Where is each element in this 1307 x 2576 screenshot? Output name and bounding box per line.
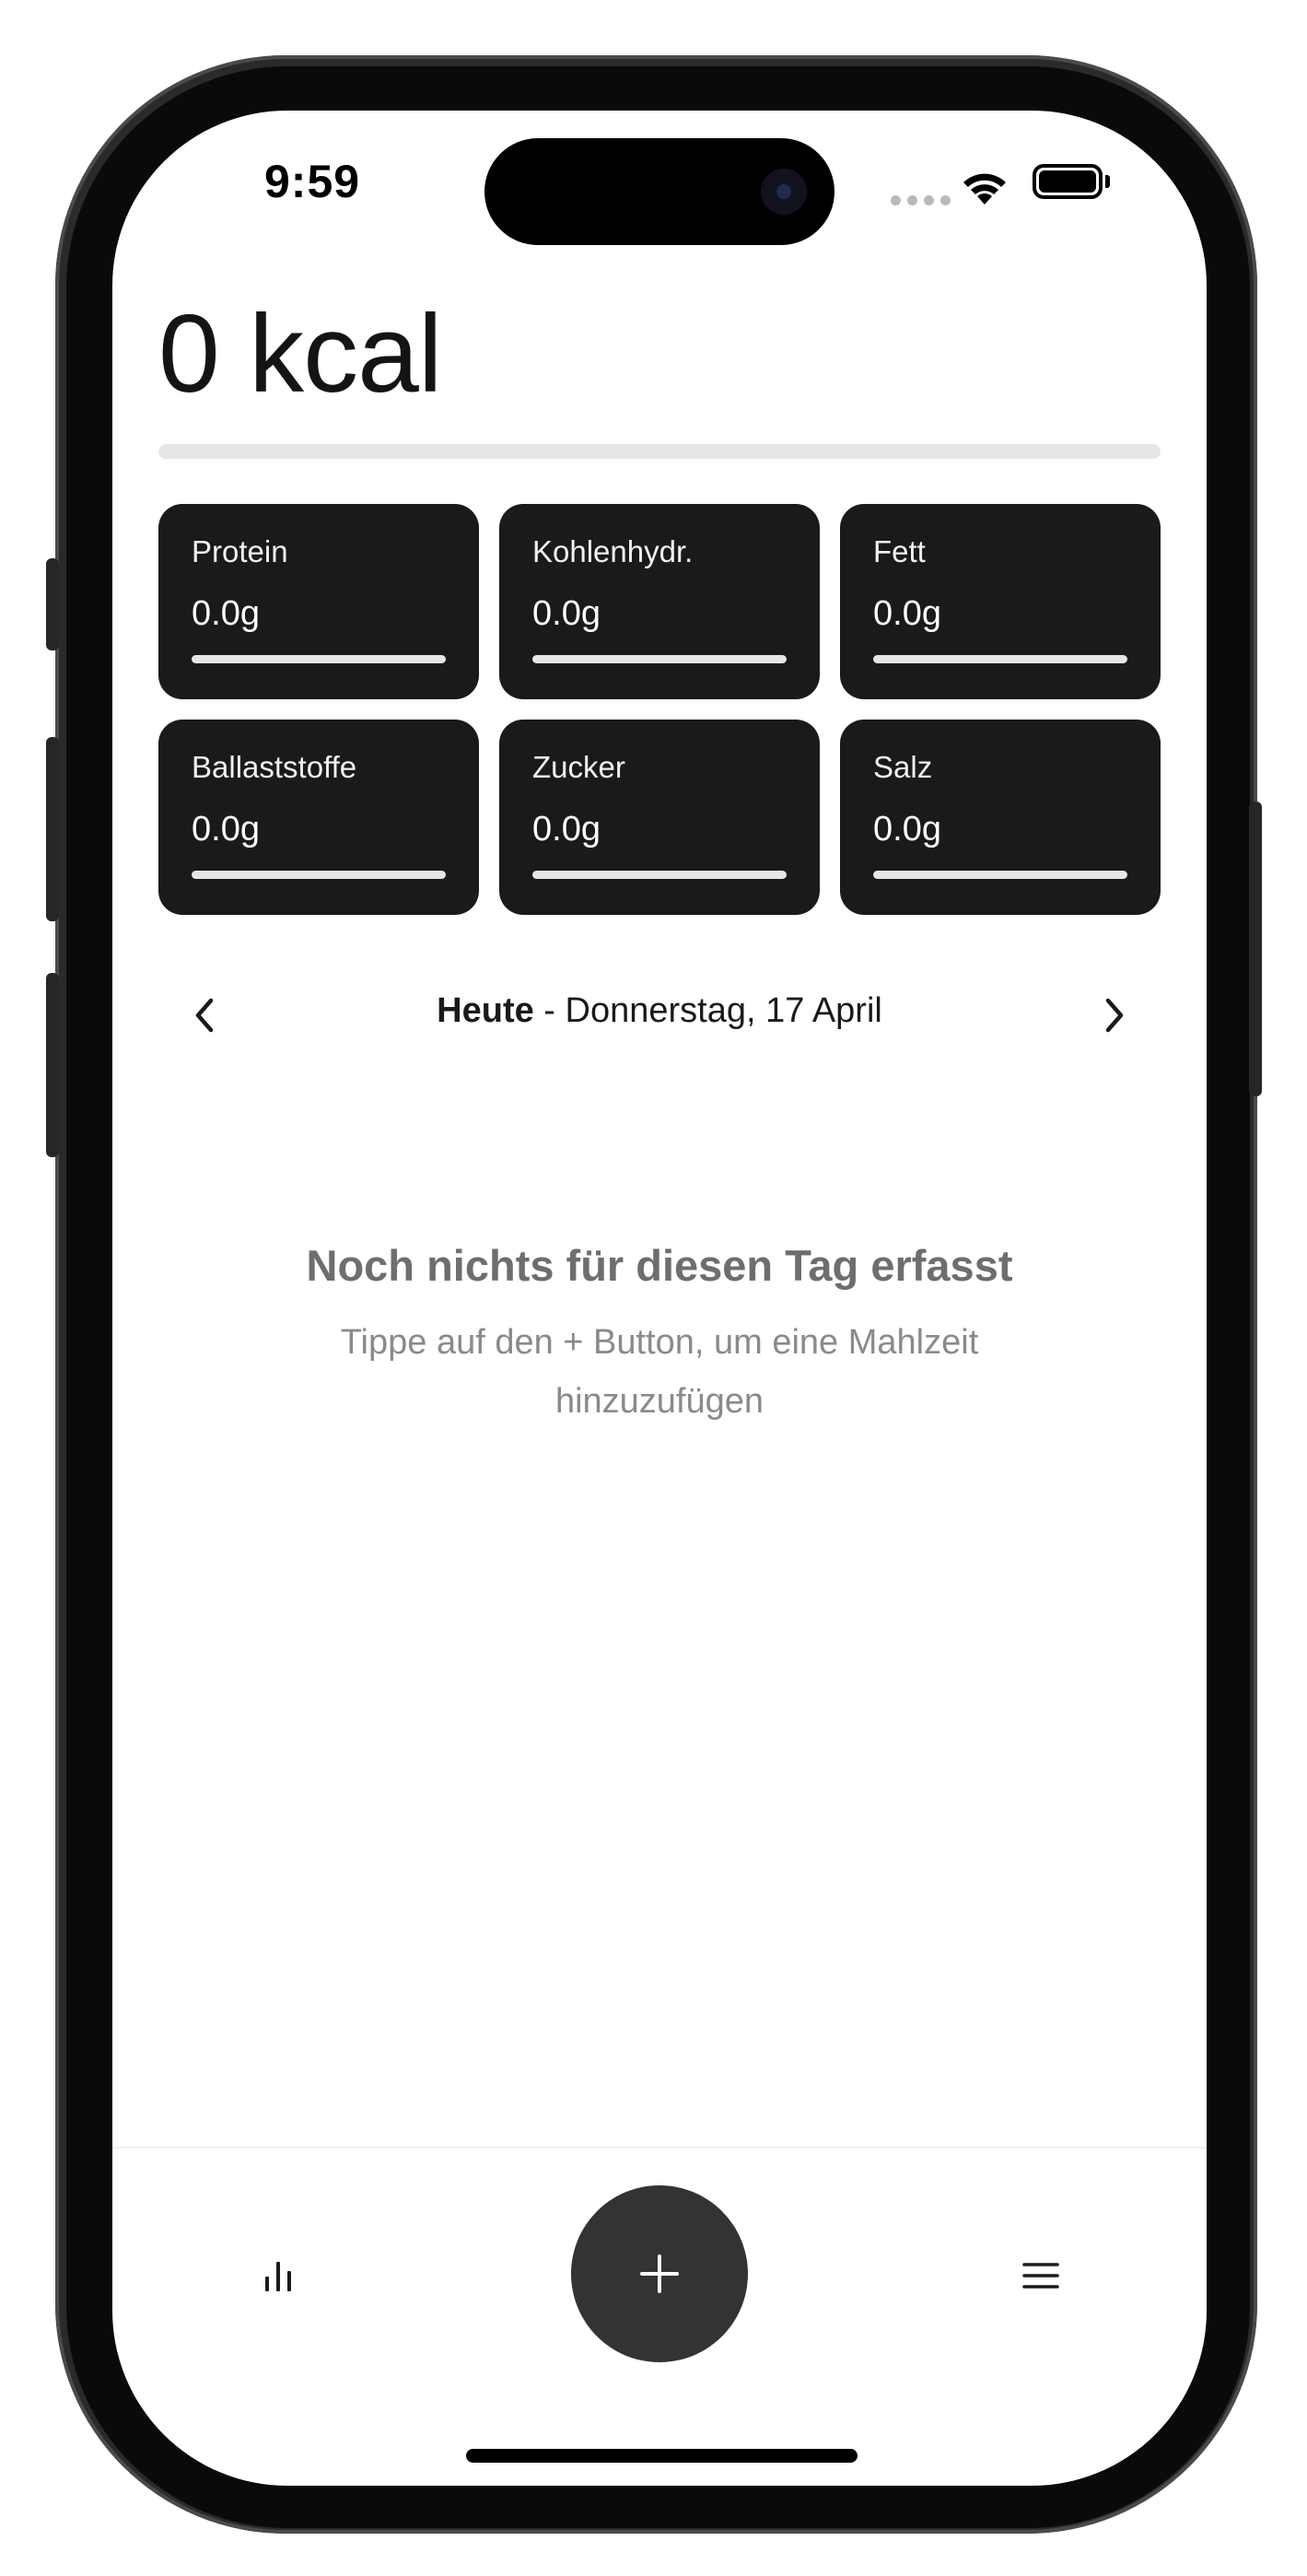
battery-tip: [1105, 175, 1110, 188]
nutrient-card-fiber[interactable]: Ballaststoffe 0.0g: [158, 720, 479, 915]
power-button: [1249, 802, 1262, 1096]
nutrient-label: Zucker: [532, 750, 625, 784]
nutrient-value: 0.0g: [873, 810, 941, 849]
nutrient-progress-bar: [192, 655, 446, 663]
nutrient-card-fat[interactable]: Fett 0.0g: [840, 504, 1161, 699]
calorie-total: 0 kcal: [158, 292, 442, 416]
nutrient-progress-bar: [192, 871, 446, 879]
nutrient-value: 0.0g: [532, 810, 601, 849]
action-button: [46, 558, 59, 650]
menu-icon: [1022, 2263, 1059, 2289]
bar-chart-icon: [265, 2262, 291, 2291]
status-time: 9:59: [264, 156, 361, 207]
nutrient-card-salt[interactable]: Salz 0.0g: [840, 720, 1161, 915]
nutrient-card-sugar[interactable]: Zucker 0.0g: [499, 720, 820, 915]
nutrient-label: Ballaststoffe: [192, 750, 357, 784]
empty-state-title: Noch nichts für diesen Tag erfasst: [306, 1241, 1013, 1290]
nutrient-progress-bar: [532, 655, 787, 663]
home-indicator: [466, 2449, 858, 2463]
bottom-bar-divider: [112, 2147, 1207, 2149]
camera-icon: [761, 169, 807, 215]
menu-button[interactable]: [1004, 2239, 1078, 2313]
today-label: Heute: [437, 991, 534, 1030]
plus-icon: [640, 2254, 679, 2293]
volume-down-button: [46, 973, 59, 1157]
date-label: Heute - Donnerstag, 17 April: [112, 991, 1207, 1031]
chevron-right-icon: [1105, 998, 1124, 1033]
nutrient-card-protein[interactable]: Protein 0.0g: [158, 504, 479, 699]
nutrient-value: 0.0g: [192, 810, 260, 849]
nutrient-value: 0.0g: [192, 594, 260, 633]
nutrient-progress-bar: [532, 871, 787, 879]
wifi-icon: [963, 173, 1006, 205]
nutrient-value: 0.0g: [873, 594, 941, 633]
nutrient-progress-bar: [873, 655, 1127, 663]
nutrient-progress-bar: [873, 871, 1127, 879]
calorie-progress-bar: [158, 444, 1161, 459]
empty-state-subtitle: Tippe auf den + Button, um eine Mahlzeit…: [340, 1323, 979, 1421]
cellular-signal-icon: [891, 195, 951, 205]
nutrient-value: 0.0g: [532, 594, 601, 633]
dynamic-island: [484, 138, 834, 245]
nutrient-label: Kohlenhydr.: [532, 534, 694, 568]
next-day-button[interactable]: [1087, 988, 1142, 1043]
nutrient-label: Protein: [192, 534, 288, 568]
date-text: Donnerstag, 17 April: [565, 991, 882, 1030]
nutrient-grid: Protein 0.0g Kohlenhydr. 0.0g Fett 0.0g …: [158, 504, 1161, 915]
volume-up-button: [46, 737, 59, 921]
nutrient-label: Salz: [873, 750, 933, 784]
add-meal-button[interactable]: [571, 2185, 748, 2362]
nutrient-label: Fett: [873, 534, 926, 568]
app-screen: 9:59 0 kcal Protein 0.0g Kohlenhydr. 0.0…: [112, 111, 1207, 2486]
date-separator: -: [533, 991, 566, 1030]
battery-icon: [1033, 164, 1103, 199]
nutrient-card-carbs[interactable]: Kohlenhydr. 0.0g: [499, 504, 820, 699]
statistics-button[interactable]: [241, 2239, 315, 2313]
